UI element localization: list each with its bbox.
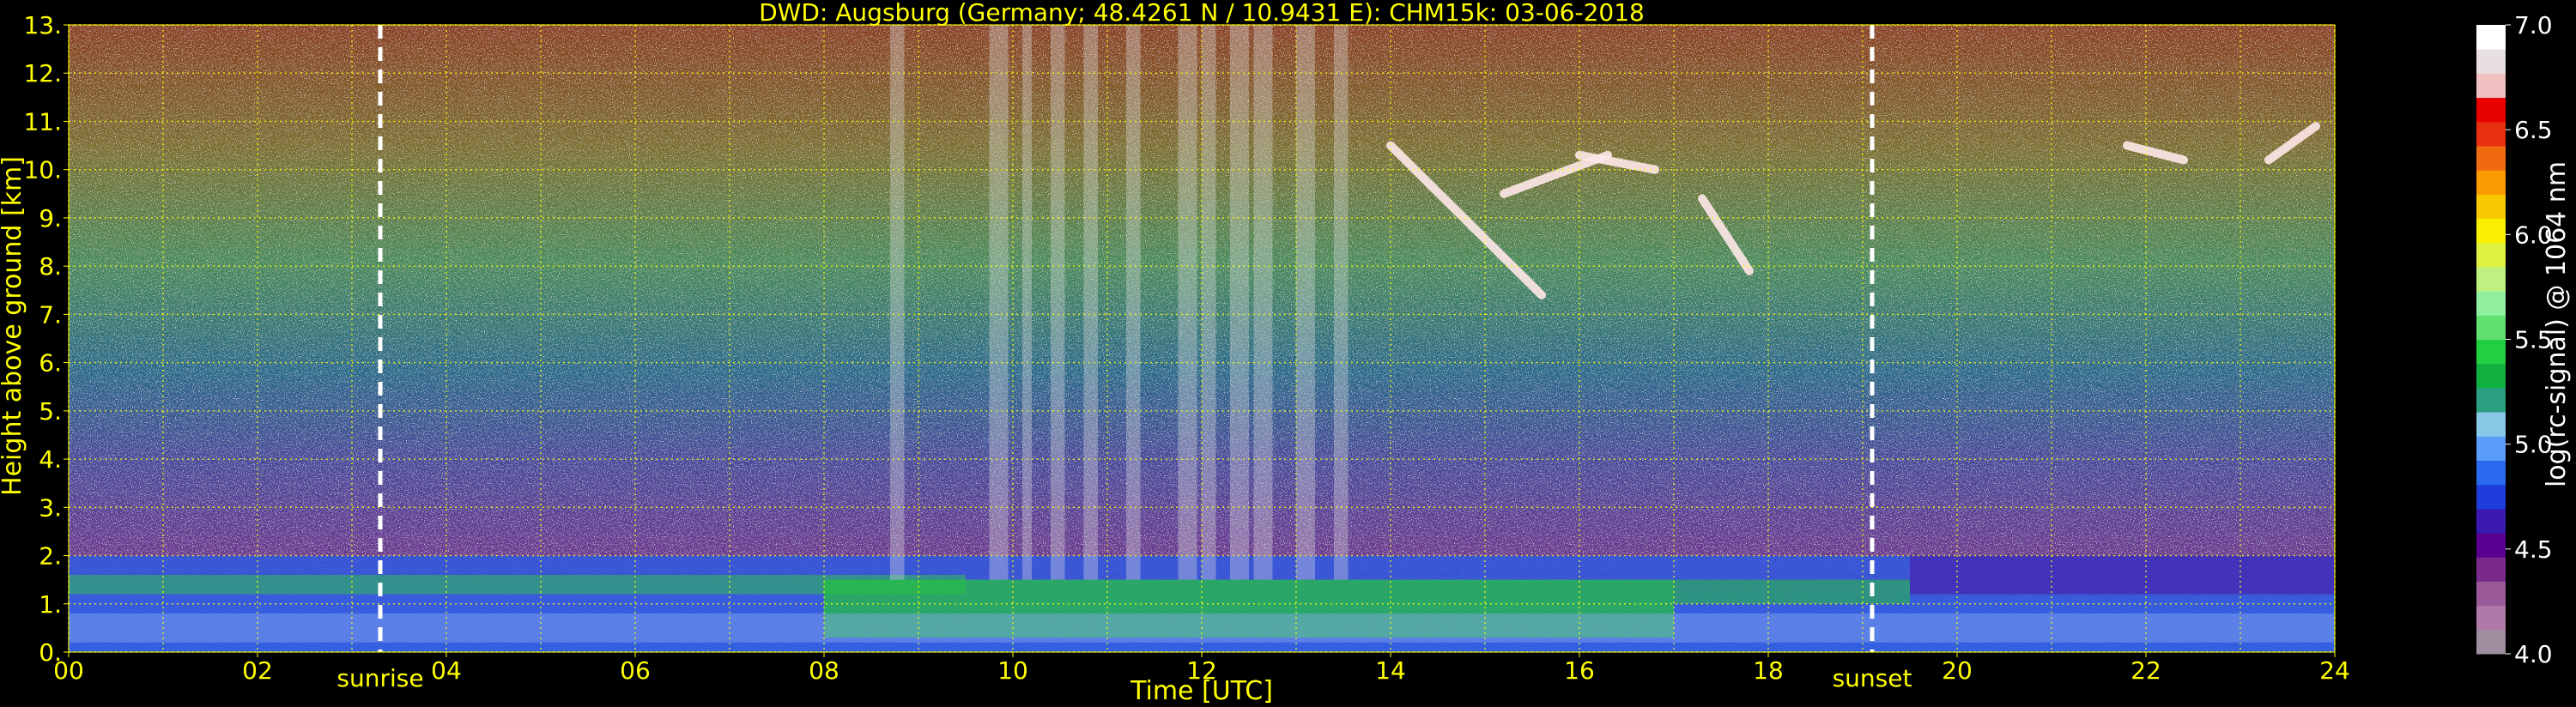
bright-column: [1083, 25, 1098, 580]
colorbar-segment: [2476, 25, 2506, 50]
colorbar-segment: [2476, 145, 2506, 171]
y-tick-label: 13.: [23, 11, 62, 39]
x-axis-label: Time [UTC]: [1130, 676, 1273, 706]
chart-title: DWD: Augsburg (Germany; 48.4261 N / 10.9…: [759, 0, 1645, 27]
bright-column: [1202, 25, 1216, 580]
x-tick-label: 08: [809, 656, 839, 685]
y-tick-label: 7.: [39, 300, 62, 329]
y-tick-label: 6.: [39, 349, 62, 378]
colorbar-segment: [2476, 242, 2506, 268]
colorbar-segment: [2476, 436, 2506, 461]
x-tick-label: 02: [242, 656, 273, 685]
colorbar-segment: [2476, 73, 2506, 99]
bright-column: [1051, 25, 1065, 580]
bright-column: [1022, 25, 1032, 580]
colorbar-segment: [2476, 508, 2506, 534]
bright-column: [1296, 25, 1315, 580]
bright-column: [1126, 25, 1141, 580]
x-tick-label: 20: [1942, 656, 1973, 685]
colorbar-segment: [2476, 49, 2506, 74]
colorbar-segment: [2476, 460, 2506, 486]
bright-column: [1230, 25, 1249, 580]
y-tick-label: 5.: [39, 397, 62, 426]
colorbar-tick-label: 7.0: [2514, 11, 2553, 39]
colorbar-segment: [2476, 605, 2506, 631]
x-tick-label: 06: [620, 656, 651, 685]
evening-layer: [1910, 555, 2335, 595]
sunset-label: sunset: [1833, 664, 1912, 692]
colorbar-segment: [2476, 291, 2506, 316]
colorbar-segment: [2476, 218, 2506, 244]
colorbar-segment: [2476, 629, 2506, 655]
colorbar-segment: [2476, 315, 2506, 340]
colorbar-tick-label: 6.5: [2514, 116, 2553, 144]
y-tick-label: 11.: [23, 107, 62, 136]
colorbar-segment: [2476, 581, 2506, 607]
colorbar-segment: [2476, 194, 2506, 220]
y-tick-label: 1.: [39, 590, 62, 619]
y-tick-label: 3.: [39, 493, 62, 522]
bright-column: [1253, 25, 1273, 580]
colorbar-segment: [2476, 557, 2506, 582]
x-tick-label: 10: [997, 656, 1028, 685]
colorbar-segment: [2476, 170, 2506, 195]
colorbar-tick-label: 4.5: [2514, 535, 2553, 564]
y-tick-label: 12.: [23, 59, 62, 88]
colorbar-segment: [2476, 533, 2506, 558]
y-tick-label: 4.: [39, 445, 62, 474]
colorbar-segment: [2476, 412, 2506, 437]
y-axis: 0.1.2.3.4.5.6.7.8.9.10.11.12.13.: [23, 11, 69, 667]
x-tick-label: 16: [1564, 656, 1595, 685]
residual-layer: [1674, 579, 1910, 604]
bright-column: [989, 25, 1009, 580]
colorbar-segment: [2476, 484, 2506, 510]
colorbar-segment: [2476, 121, 2506, 147]
x-tick-label: 14: [1375, 656, 1406, 685]
colorbar-segment: [2476, 363, 2506, 389]
bright-column: [1178, 25, 1197, 580]
y-tick-label: 9.: [39, 204, 62, 233]
sunrise-label: sunrise: [336, 664, 423, 692]
x-tick-label: 22: [2131, 656, 2161, 685]
y-tick-label: 10.: [23, 156, 62, 184]
x-tick-label: 04: [431, 656, 462, 685]
plot-area: [68, 24, 2336, 653]
colorbar: [2476, 25, 2506, 655]
colorbar-segment: [2476, 266, 2506, 292]
colorbar-segment: [2476, 97, 2506, 123]
bright-column: [1334, 25, 1349, 580]
bright-column: [890, 25, 905, 580]
sun-labels: sunrise sunset: [336, 664, 1912, 692]
x-tick-label: 24: [2319, 656, 2350, 685]
x-tick-label: 18: [1753, 656, 1784, 685]
colorbar-segment: [2476, 387, 2506, 413]
y-axis-label: Height above ground [km]: [0, 156, 27, 496]
colorbar-tick-label: 4.0: [2514, 640, 2553, 668]
y-tick-label: 2.: [39, 542, 62, 571]
x-tick-label: 00: [53, 656, 84, 685]
colorbar-segment: [2476, 339, 2506, 365]
ceilometer-chart: 0.1.2.3.4.5.6.7.8.9.10.11.12.13. 00 02 04 0…: [0, 0, 2572, 706]
colorbar-label: log(rc-signal) @ 1064 nm: [2542, 161, 2572, 487]
y-tick-label: 8.: [39, 252, 62, 281]
